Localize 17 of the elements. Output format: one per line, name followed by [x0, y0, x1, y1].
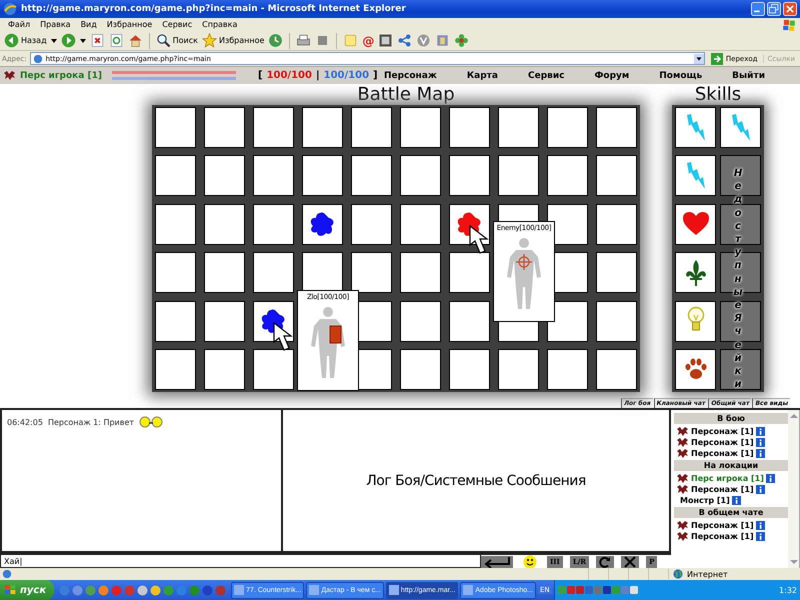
message-time: 06:42:05: [7, 418, 43, 426]
message-text: Персонаж 1: Привет: [48, 418, 134, 426]
group-header: На локации: [674, 460, 788, 471]
locked-slots-label: НедоступныеЯчейки: [733, 167, 743, 392]
log-placeholder-text: Лог Боя/Системные Сообшения: [366, 472, 586, 488]
clock: 1:32: [779, 586, 797, 594]
bracket-text: [: [258, 70, 263, 81]
skills-title: Skills: [694, 84, 742, 105]
health-value: 100/100: [266, 70, 312, 81]
window-title: http://game.maryron.com/game.php?inc=main - Microsoft Internet Explorer: [21, 4, 407, 14]
map-title: Battle Map: [357, 84, 455, 105]
mana-value: 100/100: [324, 70, 370, 81]
bracket-text: |: [316, 70, 320, 81]
group-header: В общем чате: [674, 507, 788, 518]
group-header: В бою: [674, 413, 788, 424]
bracket-text: ]: [373, 70, 378, 81]
zone-label: Интернет: [687, 570, 728, 578]
